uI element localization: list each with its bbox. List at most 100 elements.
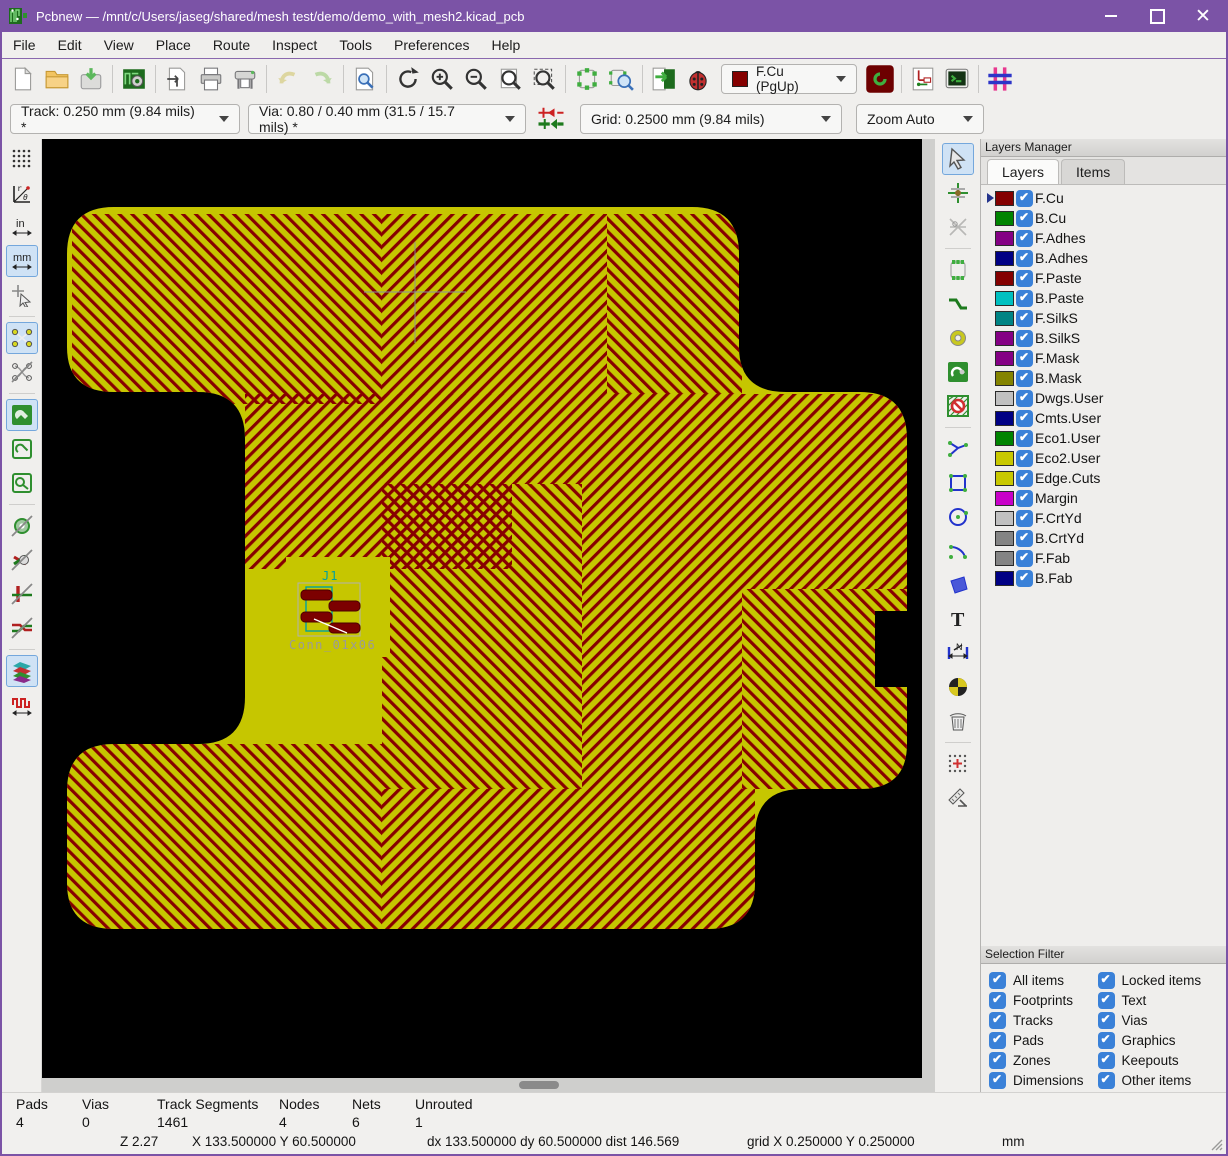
net-inspector-button[interactable] xyxy=(906,62,940,96)
track-width-dropdown[interactable]: Track: 0.250 mm (9.84 mils) * xyxy=(10,104,240,134)
layer-visibility-checkbox[interactable] xyxy=(1016,190,1033,207)
checkbox[interactable] xyxy=(989,1072,1006,1089)
layer-visibility-checkbox[interactable] xyxy=(1016,330,1033,347)
toggle-grid-button[interactable] xyxy=(6,143,38,175)
filter-other-items[interactable]: Other items xyxy=(1098,1072,1202,1089)
layer-row[interactable]: Margin xyxy=(987,488,1228,508)
layer-selector-dropdown[interactable]: F.Cu (PgUp) xyxy=(721,64,857,94)
via-size-dropdown[interactable]: Via: 0.80 / 0.40 mm (31.5 / 15.7 mils) * xyxy=(248,104,526,134)
zoom-in-button[interactable] xyxy=(425,62,459,96)
layer-color-swatch[interactable] xyxy=(995,271,1014,286)
zone-fill-mode-button[interactable] xyxy=(6,399,38,431)
footprint-editor-button[interactable] xyxy=(570,62,604,96)
layer-visibility-checkbox[interactable] xyxy=(1016,230,1033,247)
layer-color-swatch[interactable] xyxy=(995,251,1014,266)
pad-outline-display-button[interactable] xyxy=(6,544,38,576)
filter-all-items[interactable]: All items xyxy=(989,972,1084,989)
menu-inspect[interactable]: Inspect xyxy=(261,34,328,56)
menu-view[interactable]: View xyxy=(93,34,145,56)
layer-visibility-checkbox[interactable] xyxy=(1016,250,1033,267)
layer-color-swatch[interactable] xyxy=(995,371,1014,386)
layer-color-swatch[interactable] xyxy=(995,551,1014,566)
filter-graphics[interactable]: Graphics xyxy=(1098,1032,1202,1049)
layer-color-swatch[interactable] xyxy=(995,351,1014,366)
draw-circle-button[interactable] xyxy=(942,501,974,533)
layer-color-swatch[interactable] xyxy=(995,331,1014,346)
layer-color-swatch[interactable] xyxy=(995,471,1014,486)
footprint-viewer-button[interactable] xyxy=(604,62,638,96)
auto-track-width-button[interactable] xyxy=(534,102,568,136)
layer-row[interactable]: Eco2.User xyxy=(987,448,1228,468)
layer-color-swatch[interactable] xyxy=(995,511,1014,526)
zoom-selection-button[interactable] xyxy=(527,62,561,96)
layer-row[interactable]: B.Paste xyxy=(987,288,1228,308)
zoom-dropdown[interactable]: Zoom Auto xyxy=(856,104,984,134)
clearance-display-button[interactable] xyxy=(6,612,38,644)
checkbox[interactable] xyxy=(1098,992,1115,1009)
layer-color-swatch[interactable] xyxy=(995,451,1014,466)
layer-color-swatch[interactable] xyxy=(995,191,1014,206)
layer-visibility-checkbox[interactable] xyxy=(1016,450,1033,467)
add-keepout-button[interactable] xyxy=(942,390,974,422)
select-tool-button[interactable] xyxy=(942,143,974,175)
checkbox[interactable] xyxy=(1098,1032,1115,1049)
show-ratsnest-button[interactable] xyxy=(6,322,38,354)
layer-visibility-checkbox[interactable] xyxy=(1016,410,1033,427)
polar-coords-button[interactable]: rθ xyxy=(6,177,38,209)
layer-color-swatch[interactable] xyxy=(995,531,1014,546)
track-outline-display-button[interactable] xyxy=(6,578,38,610)
zoom-out-button[interactable] xyxy=(459,62,493,96)
cursor-shape-button[interactable] xyxy=(6,279,38,311)
add-via-button[interactable] xyxy=(942,322,974,354)
undo-button[interactable] xyxy=(271,62,305,96)
layer-visibility-checkbox[interactable] xyxy=(1016,470,1033,487)
grid-origin-button[interactable] xyxy=(942,748,974,780)
draw-arc-button[interactable] xyxy=(942,535,974,567)
vertical-scrollbar[interactable] xyxy=(922,139,935,1078)
menu-tools[interactable]: Tools xyxy=(328,34,383,56)
layer-row[interactable]: Edge.Cuts xyxy=(987,468,1228,488)
layer-color-swatch[interactable] xyxy=(995,311,1014,326)
layer-visibility-checkbox[interactable] xyxy=(1016,510,1033,527)
layer-visibility-checkbox[interactable] xyxy=(1016,350,1033,367)
layer-color-swatch[interactable] xyxy=(995,211,1014,226)
draw-rectangle-button[interactable] xyxy=(942,467,974,499)
checkbox[interactable] xyxy=(989,992,1006,1009)
save-board-button[interactable] xyxy=(74,62,108,96)
units-inches-button[interactable]: in xyxy=(6,211,38,243)
filter-dimensions[interactable]: Dimensions xyxy=(989,1072,1084,1089)
filter-vias[interactable]: Vias xyxy=(1098,1012,1202,1029)
layer-row[interactable]: F.Cu xyxy=(987,188,1228,208)
layer-row[interactable]: B.Fab xyxy=(987,568,1228,588)
checkbox[interactable] xyxy=(1098,1072,1115,1089)
set-origin-button[interactable] xyxy=(942,671,974,703)
minimize-button[interactable] xyxy=(1088,0,1134,32)
layer-row[interactable]: B.Adhes xyxy=(987,248,1228,268)
pcb-canvas[interactable]: J1 Conn_01x06 xyxy=(42,139,935,1078)
layer-color-swatch[interactable] xyxy=(995,571,1014,586)
curved-ratsnest-button[interactable] xyxy=(6,356,38,388)
find-button[interactable] xyxy=(348,62,382,96)
resize-grip[interactable] xyxy=(1209,1137,1223,1154)
checkbox[interactable] xyxy=(989,1052,1006,1069)
filter-locked-items[interactable]: Locked items xyxy=(1098,972,1202,989)
layer-row[interactable]: F.Fab xyxy=(987,548,1228,568)
redo-button[interactable] xyxy=(305,62,339,96)
filter-pads[interactable]: Pads xyxy=(989,1032,1084,1049)
layer-visibility-checkbox[interactable] xyxy=(1016,370,1033,387)
print-button[interactable] xyxy=(194,62,228,96)
units-mm-button[interactable]: mm xyxy=(6,245,38,277)
layer-row[interactable]: F.Adhes xyxy=(987,228,1228,248)
layer-row[interactable]: F.SilkS xyxy=(987,308,1228,328)
via-outline-display-button[interactable] xyxy=(6,510,38,542)
layer-row[interactable]: B.Cu xyxy=(987,208,1228,228)
layer-row[interactable]: Cmts.User xyxy=(987,408,1228,428)
layer-row[interactable]: B.SilkS xyxy=(987,328,1228,348)
menu-file[interactable]: File xyxy=(2,34,47,56)
layer-visibility-checkbox[interactable] xyxy=(1016,550,1033,567)
close-button[interactable]: ✕ xyxy=(1180,0,1226,32)
menu-help[interactable]: Help xyxy=(480,34,531,56)
route-tracks-button[interactable] xyxy=(942,288,974,320)
high-contrast-button[interactable] xyxy=(6,655,38,687)
menu-preferences[interactable]: Preferences xyxy=(383,34,480,56)
